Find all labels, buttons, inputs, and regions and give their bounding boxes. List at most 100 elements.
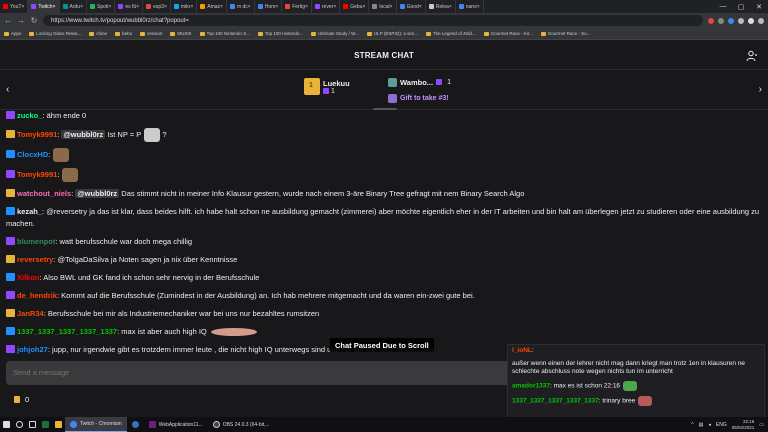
network-icon[interactable]: ▤ — [699, 422, 704, 428]
tab-close-icon[interactable]: × — [108, 4, 111, 10]
bookmark-item[interactable]: The Legend of Zeld... — [425, 31, 476, 36]
mention[interactable]: @wubbl0rz — [61, 129, 106, 139]
tab-close-icon[interactable]: × — [53, 4, 56, 10]
tab-close-icon[interactable]: × — [190, 4, 193, 10]
bookmark-item[interactable]: chine — [89, 31, 107, 36]
browser-tab[interactable]: Gebu × — [340, 0, 370, 13]
chat-message[interactable]: kezah_: @reversetry ja das ist klar, das… — [6, 206, 762, 230]
tab-close-icon[interactable]: × — [275, 4, 278, 10]
bookmark-item[interactable]: Top 100 Nintendo S... — [199, 31, 250, 36]
bookmark-item[interactable]: Ultimate Study / W... — [311, 31, 359, 36]
forward-button[interactable]: → — [17, 16, 25, 25]
browser-tab[interactable]: Good × — [397, 0, 426, 13]
notifications-icon[interactable]: ▭ — [759, 422, 764, 428]
bookmark-item[interactable]: Gourmet Race - Kir... — [483, 31, 533, 36]
chat-message[interactable]: reversetry: @TolgaDaSilva ja Noten sagen… — [6, 254, 762, 266]
tab-close-icon[interactable]: × — [449, 4, 452, 10]
taskbar-app-visual-studio[interactable]: WebApplication11... — [144, 417, 208, 432]
taskbar-app-chromium[interactable]: Twitch - Chromium — [65, 417, 127, 432]
windows-start-icon[interactable] — [0, 417, 13, 432]
chevron-left-icon[interactable]: ‹ — [6, 84, 9, 95]
browser-tab[interactable]: esp3 × — [143, 0, 171, 13]
browser-tab[interactable]: m dc × — [227, 0, 255, 13]
browser-tab[interactable]: YouT × — [0, 0, 29, 13]
users-icon[interactable] — [746, 50, 758, 62]
profile-avatar[interactable] — [748, 17, 754, 24]
extension-icon[interactable] — [728, 17, 734, 24]
browser-tab[interactable]: es fü × — [115, 0, 144, 13]
chat-message[interactable]: Tomyk9991: @wubbl0rz Ist NP = P ? — [6, 128, 762, 142]
chat-message[interactable]: ClocxHD: — [6, 148, 762, 162]
extension-icon[interactable] — [718, 17, 724, 24]
browser-tab[interactable]: Spoti × — [87, 0, 116, 13]
chat-username[interactable]: johjoh27 — [17, 345, 48, 354]
browser-tab[interactable]: Amaz × — [197, 0, 227, 13]
language-indicator[interactable]: ENG — [716, 422, 727, 428]
browser-tab[interactable]: Twitch × — [28, 0, 60, 13]
chat-username[interactable]: zucko_ — [17, 111, 42, 120]
tab-close-icon[interactable]: × — [248, 4, 251, 10]
browser-tab[interactable]: local × — [369, 0, 397, 13]
bookmark-item[interactable]: Locking Glass Relea... — [29, 31, 81, 36]
chat-username[interactable]: watchout_niels — [17, 189, 71, 198]
chat-username[interactable]: reversetry — [17, 255, 53, 264]
tab-close-icon[interactable]: × — [333, 4, 336, 10]
chat-username[interactable]: de_hendrik — [17, 291, 57, 300]
tab-close-icon[interactable]: × — [305, 4, 308, 10]
chat-message[interactable]: de_hendrik: Kommt auf die Berufsschule (… — [6, 290, 762, 302]
bookmark-item[interactable]: ULP (ESP32): a sim... — [366, 31, 418, 36]
bookmark-item[interactable]: Top 100 nintendo... — [257, 31, 303, 36]
chat-username[interactable]: blumenpot — [17, 237, 55, 246]
chat-username[interactable]: ClocxHD — [17, 150, 48, 159]
chat-username[interactable]: 1337_1337_1337_1337_1337 — [17, 327, 117, 336]
bookmark-item[interactable]: Gourmet Race - Su... — [540, 31, 590, 36]
chat-username[interactable]: Tomyk9991 — [17, 170, 57, 179]
chat-message[interactable]: watchout_niels: @wubbl0rz Das stimmt nic… — [6, 188, 762, 200]
tab-close-icon[interactable]: × — [80, 4, 83, 10]
task-view-icon[interactable] — [26, 417, 39, 432]
tray-chevron-icon[interactable]: ^ — [691, 422, 693, 428]
browser-tab[interactable]: mikr × — [171, 0, 198, 13]
excel-icon[interactable] — [39, 417, 52, 432]
chat-username[interactable]: kezah_ — [17, 207, 42, 216]
chat-message[interactable]: Tomyk9991: — [6, 168, 762, 182]
chat-message[interactable]: 1337_1337_1337_1337_1337: max ist aber a… — [6, 326, 762, 338]
search-icon[interactable] — [13, 417, 26, 432]
tab-close-icon[interactable]: × — [477, 4, 480, 10]
minimize-button[interactable]: — — [714, 0, 732, 13]
puzzle-icon[interactable] — [738, 17, 744, 24]
bookmark-item[interactable]: bebo — [115, 31, 132, 36]
chat-message[interactable]: blumenpot: watt berufsschule war doch me… — [6, 236, 762, 248]
browser-tab[interactable]: Hom × — [255, 0, 283, 13]
tab-close-icon[interactable]: × — [362, 4, 365, 10]
tab-close-icon[interactable]: × — [390, 4, 393, 10]
tab-close-icon[interactable]: × — [22, 4, 25, 10]
reload-button[interactable]: ↻ — [30, 16, 38, 25]
tab-close-icon[interactable]: × — [419, 4, 422, 10]
bookmark-item[interactable]: session — [140, 31, 162, 36]
chat-paused-banner[interactable]: Chat Paused Due to Scroll — [330, 338, 434, 352]
browser-tab[interactable]: Relea × — [426, 0, 456, 13]
chevron-right-icon[interactable]: › — [759, 84, 762, 95]
gift-to-take-link[interactable]: Gift to take #3! — [400, 95, 449, 102]
close-window-button[interactable]: ✕ — [750, 0, 768, 13]
browser-tab[interactable]: nano × — [456, 0, 484, 13]
browser-tab[interactable]: rever × — [312, 0, 341, 13]
extension-icon[interactable] — [708, 17, 714, 24]
mention[interactable]: @wubbl0rz — [75, 189, 120, 198]
chat-username[interactable]: Xilkon — [17, 273, 40, 282]
file-explorer-icon[interactable] — [52, 417, 65, 432]
chat-message[interactable]: zucko_: ähm ende 0 — [6, 110, 762, 122]
chat-message[interactable]: Xilkon: Also BWL und GK fand ich schon s… — [6, 272, 762, 284]
clock[interactable]: 22:16 05/02/2021 — [732, 419, 755, 431]
taskbar-app-edge[interactable] — [127, 417, 144, 432]
volume-icon[interactable]: ◂ — [708, 422, 711, 428]
browser-tab[interactable]: Fertig × — [282, 0, 312, 13]
taskbar-app-obs[interactable]: OBS 24.0.3 (64-bit,... — [208, 417, 275, 432]
browser-tab[interactable]: Ardu × — [60, 0, 87, 13]
chat-username[interactable]: JanR34 — [17, 309, 44, 318]
menu-dots-icon[interactable] — [758, 17, 764, 24]
chat-message[interactable]: JanR34: Berufsschule bei mir als Industr… — [6, 308, 762, 320]
tab-close-icon[interactable]: × — [164, 4, 167, 10]
url-input[interactable]: https://www.twitch.tv/popout/wubbl0rz/ch… — [43, 15, 703, 26]
